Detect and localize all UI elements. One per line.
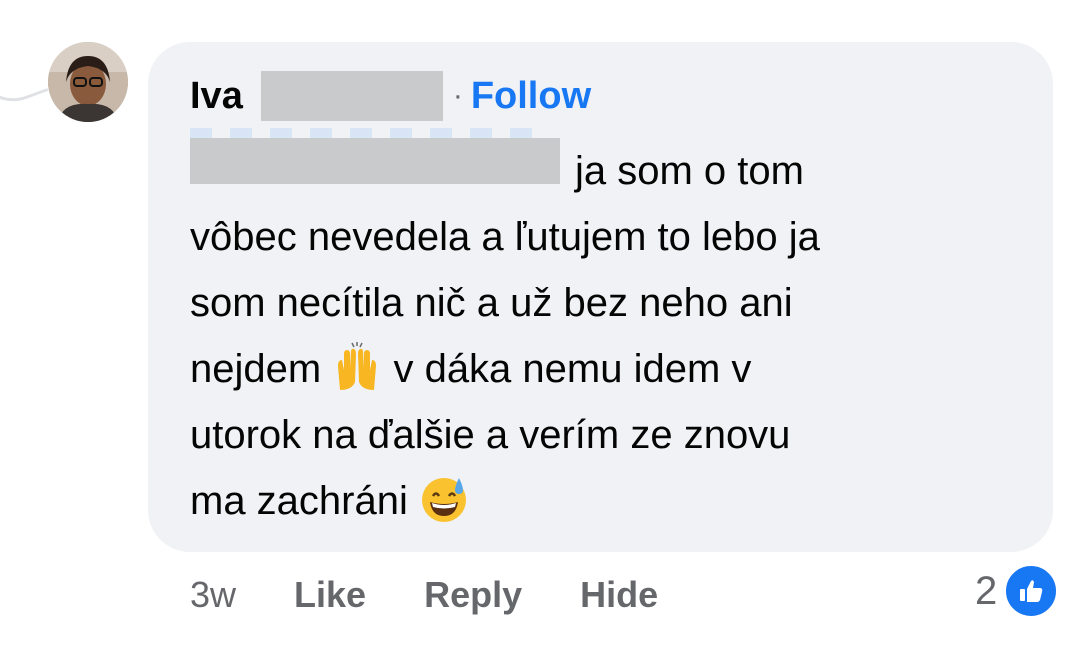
reply-button[interactable]: Reply [424, 574, 522, 616]
thread-connector [0, 50, 49, 113]
comment-actions: 3w Like Reply Hide [190, 572, 658, 618]
like-button[interactable]: Like [294, 574, 366, 616]
comment-line-prefix: nejdem [190, 347, 322, 391]
avatar[interactable] [48, 42, 128, 122]
comment-line: ja som o tom [575, 149, 804, 193]
timestamp[interactable]: 3w [190, 574, 236, 616]
like-icon [1003, 563, 1060, 619]
comment-line: utorok na ďalšie a verím ze znovu [190, 413, 791, 457]
comment-line-with-emoji: ma zachráni [190, 468, 1030, 534]
hide-button[interactable]: Hide [580, 574, 658, 616]
comment-line: som necítila nič a už bez neho ani [190, 281, 793, 325]
reaction-count: 2 [975, 568, 998, 613]
comment-header: Iva · Follow [190, 71, 591, 121]
comment-line: vôbec nevedela a ľutujem to lebo ja [190, 215, 820, 259]
comment-line-suffix: v dáka nemu idem v [393, 347, 752, 391]
comment-text: ja som o tom vôbec nevedela a ľutujem to… [190, 138, 1030, 534]
comment-line-text: ma zachráni [190, 479, 408, 523]
comment-line-with-emoji: nejdem v dáka nemu idem v [190, 336, 1030, 402]
author-name[interactable]: Iva [190, 75, 243, 118]
follow-link[interactable]: Follow [471, 75, 591, 118]
comment-bubble: Iva · Follow ja som o tom vôbec nevedela… [148, 42, 1053, 552]
separator-dot: · [452, 79, 463, 112]
raising-hands-emoji-icon [332, 342, 382, 392]
grinning-sweat-emoji-icon [419, 474, 469, 524]
reaction-summary[interactable]: 2 [975, 563, 1060, 619]
avatar-photo [48, 42, 128, 122]
redacted-surname [260, 71, 443, 121]
mention-underline [190, 128, 550, 138]
